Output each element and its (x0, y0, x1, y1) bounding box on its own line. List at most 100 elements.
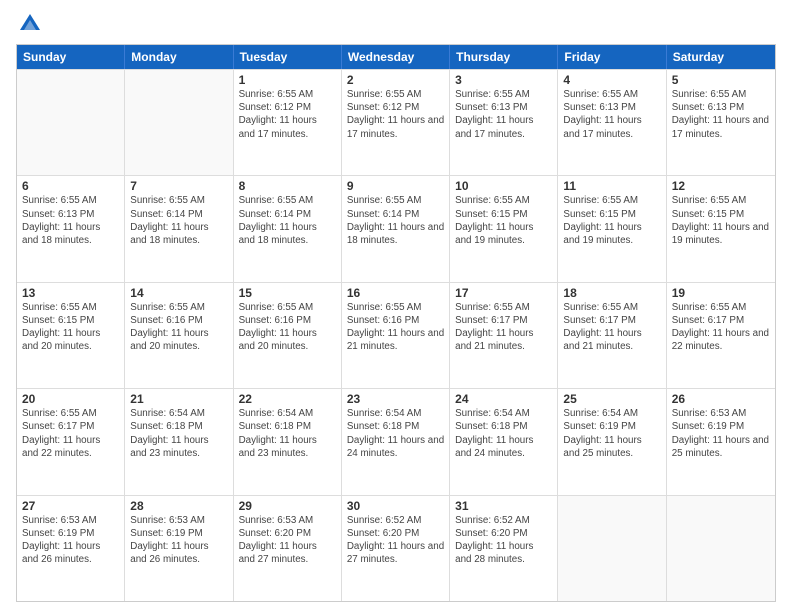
day-number: 30 (347, 499, 444, 513)
calendar-cell: 7Sunrise: 6:55 AM Sunset: 6:14 PM Daylig… (125, 176, 233, 281)
calendar-week-5: 27Sunrise: 6:53 AM Sunset: 6:19 PM Dayli… (17, 495, 775, 601)
calendar-cell: 3Sunrise: 6:55 AM Sunset: 6:13 PM Daylig… (450, 70, 558, 175)
day-number: 12 (672, 179, 770, 193)
calendar-cell: 25Sunrise: 6:54 AM Sunset: 6:19 PM Dayli… (558, 389, 666, 494)
day-number: 31 (455, 499, 552, 513)
day-info: Sunrise: 6:55 AM Sunset: 6:14 PM Dayligh… (130, 194, 227, 247)
calendar-cell: 8Sunrise: 6:55 AM Sunset: 6:14 PM Daylig… (234, 176, 342, 281)
calendar-header-cell: Friday (558, 45, 666, 69)
calendar-cell: 16Sunrise: 6:55 AM Sunset: 6:16 PM Dayli… (342, 283, 450, 388)
day-info: Sunrise: 6:53 AM Sunset: 6:20 PM Dayligh… (239, 514, 336, 567)
day-number: 9 (347, 179, 444, 193)
day-info: Sunrise: 6:55 AM Sunset: 6:15 PM Dayligh… (563, 194, 660, 247)
calendar-cell: 31Sunrise: 6:52 AM Sunset: 6:20 PM Dayli… (450, 496, 558, 601)
day-info: Sunrise: 6:54 AM Sunset: 6:18 PM Dayligh… (347, 407, 444, 460)
calendar-cell: 20Sunrise: 6:55 AM Sunset: 6:17 PM Dayli… (17, 389, 125, 494)
day-info: Sunrise: 6:53 AM Sunset: 6:19 PM Dayligh… (672, 407, 770, 460)
calendar-cell: 14Sunrise: 6:55 AM Sunset: 6:16 PM Dayli… (125, 283, 233, 388)
day-info: Sunrise: 6:53 AM Sunset: 6:19 PM Dayligh… (22, 514, 119, 567)
calendar-cell (125, 70, 233, 175)
day-number: 10 (455, 179, 552, 193)
calendar-cell (17, 70, 125, 175)
day-number: 19 (672, 286, 770, 300)
calendar-header-cell: Wednesday (342, 45, 450, 69)
day-info: Sunrise: 6:53 AM Sunset: 6:19 PM Dayligh… (130, 514, 227, 567)
calendar-cell: 4Sunrise: 6:55 AM Sunset: 6:13 PM Daylig… (558, 70, 666, 175)
calendar-header-row: SundayMondayTuesdayWednesdayThursdayFrid… (17, 45, 775, 69)
calendar-cell: 29Sunrise: 6:53 AM Sunset: 6:20 PM Dayli… (234, 496, 342, 601)
calendar-cell: 26Sunrise: 6:53 AM Sunset: 6:19 PM Dayli… (667, 389, 775, 494)
day-info: Sunrise: 6:54 AM Sunset: 6:18 PM Dayligh… (239, 407, 336, 460)
day-number: 16 (347, 286, 444, 300)
day-info: Sunrise: 6:55 AM Sunset: 6:13 PM Dayligh… (455, 88, 552, 141)
day-number: 28 (130, 499, 227, 513)
calendar-week-1: 1Sunrise: 6:55 AM Sunset: 6:12 PM Daylig… (17, 69, 775, 175)
calendar-cell (558, 496, 666, 601)
header (16, 10, 776, 38)
day-number: 6 (22, 179, 119, 193)
day-number: 23 (347, 392, 444, 406)
calendar-cell: 9Sunrise: 6:55 AM Sunset: 6:14 PM Daylig… (342, 176, 450, 281)
day-info: Sunrise: 6:55 AM Sunset: 6:17 PM Dayligh… (672, 301, 770, 354)
calendar-cell: 23Sunrise: 6:54 AM Sunset: 6:18 PM Dayli… (342, 389, 450, 494)
calendar-header-cell: Saturday (667, 45, 775, 69)
calendar-header-cell: Thursday (450, 45, 558, 69)
calendar-cell: 10Sunrise: 6:55 AM Sunset: 6:15 PM Dayli… (450, 176, 558, 281)
day-info: Sunrise: 6:55 AM Sunset: 6:16 PM Dayligh… (347, 301, 444, 354)
day-info: Sunrise: 6:55 AM Sunset: 6:13 PM Dayligh… (22, 194, 119, 247)
day-number: 4 (563, 73, 660, 87)
logo-icon (16, 10, 44, 38)
page: SundayMondayTuesdayWednesdayThursdayFrid… (0, 0, 792, 612)
day-number: 2 (347, 73, 444, 87)
day-info: Sunrise: 6:55 AM Sunset: 6:13 PM Dayligh… (563, 88, 660, 141)
calendar-header-cell: Monday (125, 45, 233, 69)
day-info: Sunrise: 6:55 AM Sunset: 6:17 PM Dayligh… (455, 301, 552, 354)
calendar-cell: 5Sunrise: 6:55 AM Sunset: 6:13 PM Daylig… (667, 70, 775, 175)
calendar-cell: 19Sunrise: 6:55 AM Sunset: 6:17 PM Dayli… (667, 283, 775, 388)
day-number: 22 (239, 392, 336, 406)
calendar-cell: 2Sunrise: 6:55 AM Sunset: 6:12 PM Daylig… (342, 70, 450, 175)
day-number: 17 (455, 286, 552, 300)
logo (16, 10, 48, 38)
calendar-cell: 22Sunrise: 6:54 AM Sunset: 6:18 PM Dayli… (234, 389, 342, 494)
day-number: 20 (22, 392, 119, 406)
day-number: 25 (563, 392, 660, 406)
day-info: Sunrise: 6:55 AM Sunset: 6:16 PM Dayligh… (130, 301, 227, 354)
day-number: 11 (563, 179, 660, 193)
day-number: 14 (130, 286, 227, 300)
day-info: Sunrise: 6:55 AM Sunset: 6:15 PM Dayligh… (672, 194, 770, 247)
day-info: Sunrise: 6:55 AM Sunset: 6:12 PM Dayligh… (239, 88, 336, 141)
day-info: Sunrise: 6:55 AM Sunset: 6:16 PM Dayligh… (239, 301, 336, 354)
day-info: Sunrise: 6:52 AM Sunset: 6:20 PM Dayligh… (455, 514, 552, 567)
calendar-body: 1Sunrise: 6:55 AM Sunset: 6:12 PM Daylig… (17, 69, 775, 601)
day-number: 26 (672, 392, 770, 406)
day-number: 21 (130, 392, 227, 406)
calendar-cell: 1Sunrise: 6:55 AM Sunset: 6:12 PM Daylig… (234, 70, 342, 175)
day-info: Sunrise: 6:55 AM Sunset: 6:12 PM Dayligh… (347, 88, 444, 141)
calendar-cell: 11Sunrise: 6:55 AM Sunset: 6:15 PM Dayli… (558, 176, 666, 281)
calendar-cell: 17Sunrise: 6:55 AM Sunset: 6:17 PM Dayli… (450, 283, 558, 388)
calendar-cell: 15Sunrise: 6:55 AM Sunset: 6:16 PM Dayli… (234, 283, 342, 388)
calendar-cell: 28Sunrise: 6:53 AM Sunset: 6:19 PM Dayli… (125, 496, 233, 601)
calendar-week-2: 6Sunrise: 6:55 AM Sunset: 6:13 PM Daylig… (17, 175, 775, 281)
day-number: 13 (22, 286, 119, 300)
calendar-cell: 30Sunrise: 6:52 AM Sunset: 6:20 PM Dayli… (342, 496, 450, 601)
day-info: Sunrise: 6:55 AM Sunset: 6:17 PM Dayligh… (563, 301, 660, 354)
day-info: Sunrise: 6:55 AM Sunset: 6:15 PM Dayligh… (22, 301, 119, 354)
day-number: 8 (239, 179, 336, 193)
day-info: Sunrise: 6:55 AM Sunset: 6:13 PM Dayligh… (672, 88, 770, 141)
day-info: Sunrise: 6:55 AM Sunset: 6:15 PM Dayligh… (455, 194, 552, 247)
calendar-cell (667, 496, 775, 601)
calendar-cell: 21Sunrise: 6:54 AM Sunset: 6:18 PM Dayli… (125, 389, 233, 494)
day-number: 3 (455, 73, 552, 87)
day-info: Sunrise: 6:54 AM Sunset: 6:18 PM Dayligh… (455, 407, 552, 460)
day-number: 15 (239, 286, 336, 300)
calendar-week-4: 20Sunrise: 6:55 AM Sunset: 6:17 PM Dayli… (17, 388, 775, 494)
day-number: 1 (239, 73, 336, 87)
day-info: Sunrise: 6:55 AM Sunset: 6:17 PM Dayligh… (22, 407, 119, 460)
day-number: 24 (455, 392, 552, 406)
day-number: 27 (22, 499, 119, 513)
day-info: Sunrise: 6:52 AM Sunset: 6:20 PM Dayligh… (347, 514, 444, 567)
day-info: Sunrise: 6:54 AM Sunset: 6:18 PM Dayligh… (130, 407, 227, 460)
calendar-week-3: 13Sunrise: 6:55 AM Sunset: 6:15 PM Dayli… (17, 282, 775, 388)
